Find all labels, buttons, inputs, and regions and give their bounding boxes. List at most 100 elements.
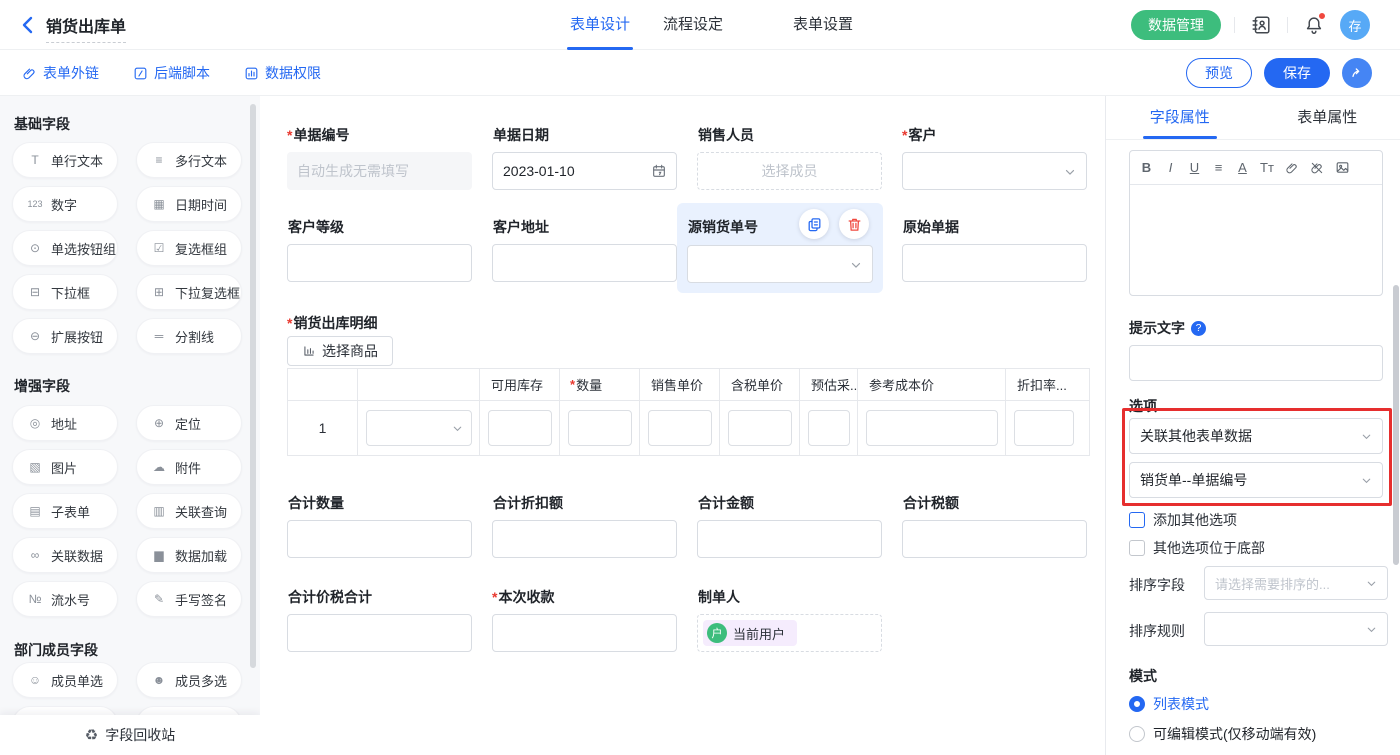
- customer-level-input[interactable]: [287, 244, 472, 282]
- share-button[interactable]: [1342, 58, 1372, 88]
- field-type-radio-group[interactable]: ⊙单选按钮组: [12, 230, 118, 266]
- radio-selected[interactable]: [1129, 696, 1145, 712]
- font-color-icon[interactable]: A: [1236, 160, 1249, 175]
- total-amount-input[interactable]: [697, 520, 882, 558]
- checkbox[interactable]: [1129, 512, 1145, 528]
- field-type-multi-dropdown[interactable]: ⊞下拉复选框: [136, 274, 242, 310]
- field-customer-addr[interactable]: 客户地址: [492, 218, 677, 282]
- tab-flow-setting[interactable]: 流程设定: [663, 0, 723, 50]
- field-type-relation-data[interactable]: ∞关联数据: [12, 537, 118, 573]
- notification-bell-icon[interactable]: [1301, 12, 1327, 38]
- original-doc-input[interactable]: [902, 244, 1087, 282]
- tax-price-input[interactable]: [728, 410, 792, 446]
- qty-input[interactable]: [568, 410, 632, 446]
- total-with-tax-input[interactable]: [287, 614, 472, 652]
- tab-form-properties[interactable]: 表单属性: [1254, 96, 1400, 139]
- field-type-member-multi[interactable]: ☻成员多选: [136, 662, 242, 698]
- rich-text-editor[interactable]: B I U ≡ A Tт: [1129, 150, 1383, 296]
- add-other-option-row[interactable]: 添加其他选项: [1129, 510, 1237, 530]
- sort-field-select[interactable]: 请选择需要排序的...: [1204, 566, 1388, 600]
- select-product-button[interactable]: 选择商品: [287, 336, 393, 366]
- field-original-doc[interactable]: 原始单据: [902, 218, 1087, 282]
- link-icon[interactable]: [1285, 161, 1299, 175]
- field-type-checkbox-group[interactable]: ☑复选框组: [136, 230, 242, 266]
- relation-field-select[interactable]: 销货单--单据编号: [1129, 462, 1383, 498]
- field-customer-level[interactable]: 客户等级: [287, 218, 472, 282]
- insert-image-icon[interactable]: [1335, 160, 1350, 175]
- field-type-multi-line-text[interactable]: ≡多行文本: [136, 142, 242, 178]
- align-icon[interactable]: ≡: [1212, 160, 1225, 175]
- stock-input[interactable]: [488, 410, 552, 446]
- field-type-datetime[interactable]: ▦日期时间: [136, 186, 242, 222]
- date-input[interactable]: 2023-01-10: [492, 152, 677, 190]
- doc-no-input[interactable]: [287, 152, 472, 190]
- field-type-divider[interactable]: ═分割线: [136, 318, 242, 354]
- field-salesperson[interactable]: 销售人员 选择成员: [697, 126, 882, 190]
- back-icon[interactable]: [16, 13, 40, 37]
- member-picker[interactable]: 选择成员: [697, 152, 882, 190]
- preview-button[interactable]: 预览: [1186, 58, 1252, 88]
- backend-script-link[interactable]: 后端脚本: [133, 63, 210, 83]
- field-type-member-single[interactable]: ☺成员单选: [12, 662, 118, 698]
- field-type-subform[interactable]: ▤子表单: [12, 493, 118, 529]
- help-icon[interactable]: ?: [1191, 321, 1206, 336]
- form-external-link[interactable]: 表单外链: [22, 63, 99, 83]
- field-type-data-load[interactable]: ▆数据加载: [136, 537, 242, 573]
- product-select[interactable]: [366, 410, 472, 446]
- field-total-with-tax[interactable]: 合计价税合计: [287, 588, 472, 652]
- field-type-extend-button[interactable]: ⊖扩展按钮: [12, 318, 118, 354]
- radio-unselected[interactable]: [1129, 726, 1145, 742]
- field-total-tax[interactable]: 合计税额: [902, 494, 1087, 558]
- field-customer[interactable]: *客户: [902, 126, 1087, 190]
- bold-icon[interactable]: B: [1140, 160, 1153, 175]
- est-cost-input[interactable]: [808, 410, 850, 446]
- field-type-attachment[interactable]: ☁附件: [136, 449, 242, 485]
- total-discount-input[interactable]: [492, 520, 677, 558]
- field-type-serial-number[interactable]: №流水号: [12, 581, 118, 617]
- field-total-amount[interactable]: 合计金额: [697, 494, 882, 558]
- checkbox[interactable]: [1129, 540, 1145, 556]
- field-type-relation-query[interactable]: ▥关联查询: [136, 493, 242, 529]
- field-doc-date[interactable]: 单据日期 2023-01-10: [492, 126, 677, 190]
- field-type-single-line-text[interactable]: T单行文本: [12, 142, 118, 178]
- field-recycle-bin[interactable]: ♻ 字段回收站: [0, 715, 260, 755]
- field-type-dropdown[interactable]: ⊟下拉框: [12, 274, 118, 310]
- underline-icon[interactable]: U: [1188, 160, 1201, 175]
- mode-editable-option[interactable]: 可编辑模式(仅移动端有效): [1129, 724, 1316, 744]
- discount-input[interactable]: [1014, 410, 1074, 446]
- editor-content[interactable]: [1130, 185, 1382, 295]
- field-type-address[interactable]: ◎地址: [12, 405, 118, 441]
- tab-form-design[interactable]: 表单设计: [570, 0, 630, 50]
- tab-field-properties[interactable]: 字段属性: [1106, 96, 1254, 139]
- field-creator[interactable]: 制单人 户 当前用户: [697, 588, 882, 652]
- sidebar-scrollbar[interactable]: [250, 104, 256, 668]
- sale-price-input[interactable]: [648, 410, 712, 446]
- customer-addr-input[interactable]: [492, 244, 677, 282]
- field-total-discount[interactable]: 合计折扣额: [492, 494, 677, 558]
- creator-field[interactable]: 户 当前用户: [697, 614, 882, 652]
- source-order-select[interactable]: [687, 245, 873, 283]
- customer-select[interactable]: [902, 152, 1087, 190]
- unlink-icon[interactable]: [1310, 161, 1324, 175]
- relation-type-select[interactable]: 关联其他表单数据: [1129, 418, 1383, 454]
- data-manage-button[interactable]: 数据管理: [1131, 10, 1221, 40]
- field-payment[interactable]: *本次收款: [492, 588, 677, 652]
- field-type-signature[interactable]: ✎手写签名: [136, 581, 242, 617]
- total-tax-input[interactable]: [902, 520, 1087, 558]
- ref-cost-input[interactable]: [866, 410, 998, 446]
- tab-form-setting[interactable]: 表单设置: [793, 0, 853, 50]
- field-type-number[interactable]: 123数字: [12, 186, 118, 222]
- payment-input[interactable]: [492, 614, 677, 652]
- data-permission-link[interactable]: 数据权限: [244, 63, 321, 83]
- sort-rule-select[interactable]: [1204, 612, 1388, 646]
- avatar[interactable]: 存: [1340, 10, 1370, 40]
- hint-text-input[interactable]: [1129, 345, 1383, 381]
- address-book-icon[interactable]: [1248, 12, 1274, 38]
- delete-field-button[interactable]: [839, 209, 869, 239]
- mode-list-option[interactable]: 列表模式: [1129, 694, 1209, 714]
- field-total-qty[interactable]: 合计数量: [287, 494, 472, 558]
- total-qty-input[interactable]: [287, 520, 472, 558]
- selected-field-source-order[interactable]: 源销货单号: [677, 203, 883, 293]
- field-doc-no[interactable]: *单据编号: [287, 126, 472, 190]
- italic-icon[interactable]: I: [1164, 160, 1177, 175]
